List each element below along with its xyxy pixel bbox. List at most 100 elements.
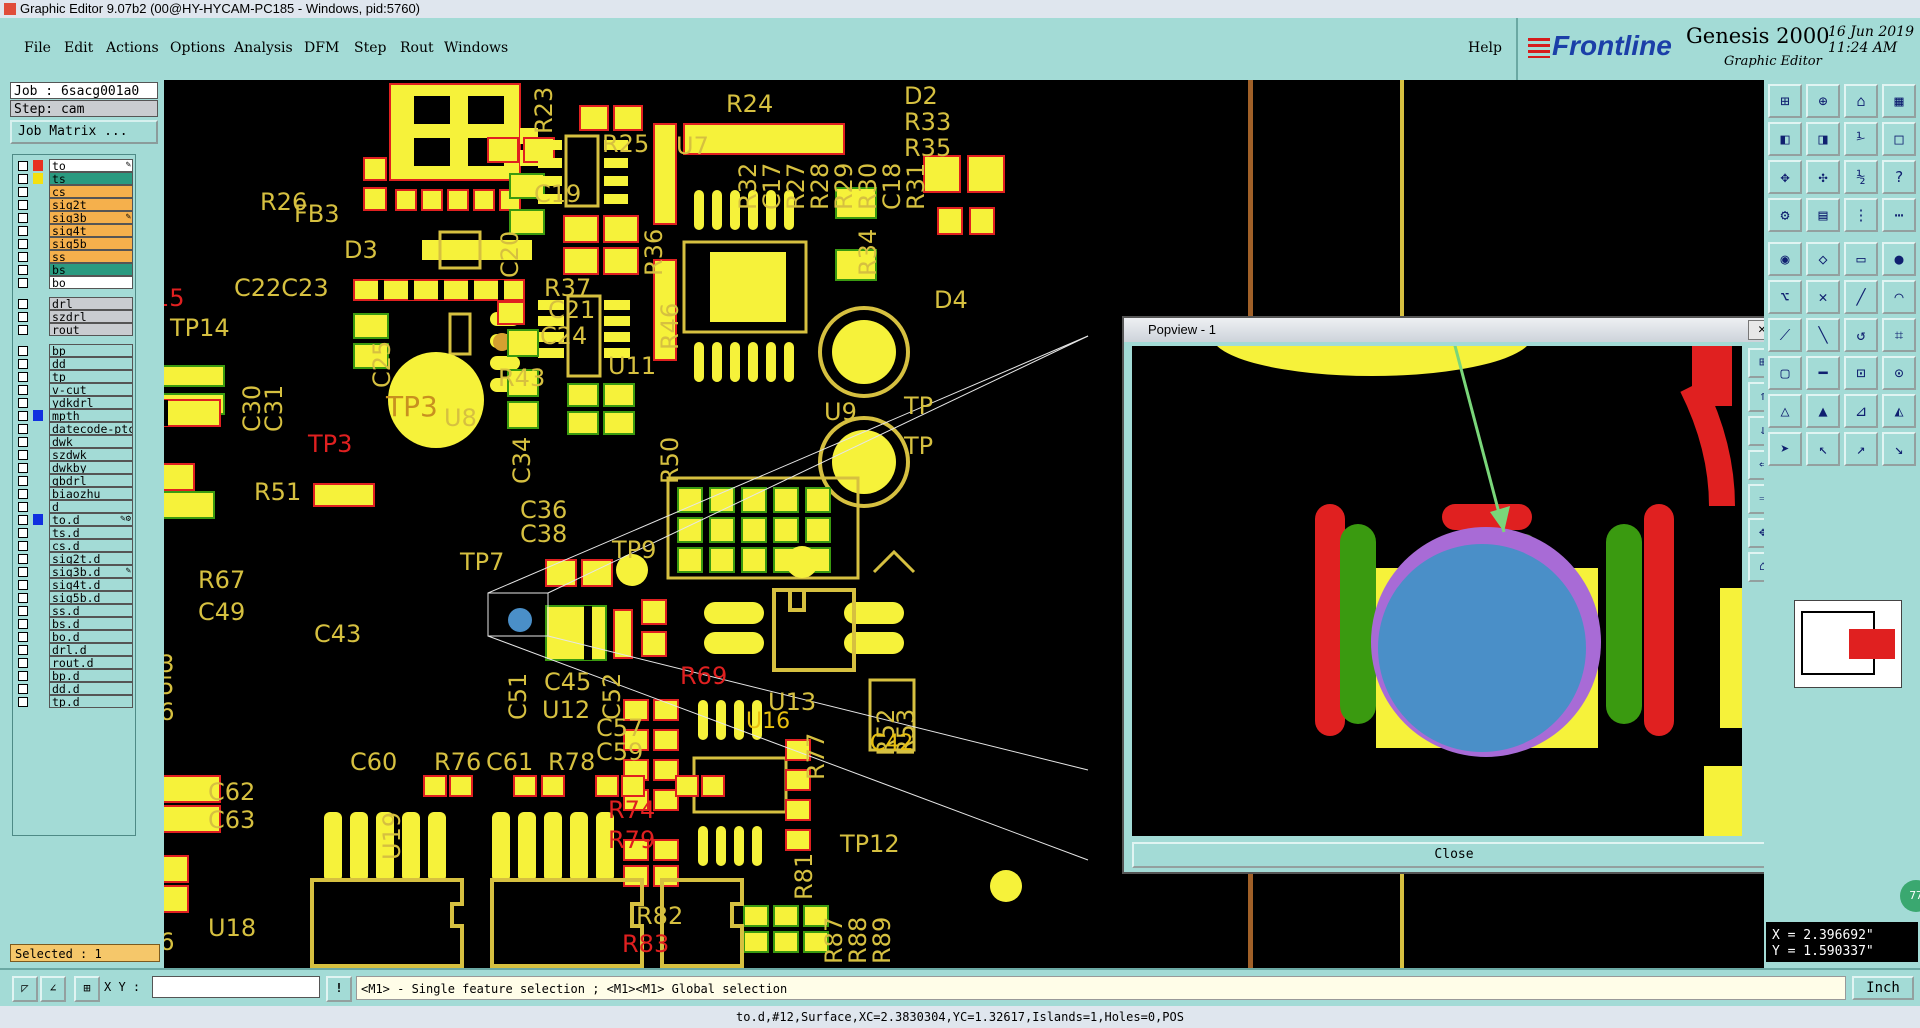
layer-checkbox[interactable] <box>18 161 28 171</box>
layer-checkbox[interactable] <box>18 606 28 616</box>
layer-checkbox[interactable] <box>18 213 28 223</box>
measure-icon[interactable]: ⚙ <box>1768 198 1802 232</box>
help-icon[interactable]: ? <box>1882 160 1916 194</box>
layer-checkbox[interactable] <box>18 697 28 707</box>
layer-color-swatch[interactable] <box>33 475 43 486</box>
scale-10-icon[interactable]: ⅟ <box>1844 122 1878 156</box>
layer-checkbox[interactable] <box>18 541 28 551</box>
move-line-icon[interactable]: ━ <box>1806 356 1840 390</box>
layer-checkbox[interactable] <box>18 278 28 288</box>
layer-color-swatch[interactable] <box>33 212 43 223</box>
layer-checkbox[interactable] <box>18 312 28 322</box>
layer-checkbox[interactable] <box>18 502 28 512</box>
layer-color-swatch[interactable] <box>33 423 43 434</box>
menu-rout[interactable]: Rout <box>400 40 434 56</box>
pad-edit-icon[interactable]: ▢ <box>1768 356 1802 390</box>
layer-checkbox[interactable] <box>18 252 28 262</box>
layer-color-swatch[interactable] <box>33 449 43 460</box>
arc-icon[interactable]: ◠ <box>1882 280 1916 314</box>
cross-icon[interactable]: ✕ <box>1806 280 1840 314</box>
layer-row[interactable]: tp.d <box>13 694 135 709</box>
layer-color-swatch[interactable] <box>33 251 43 262</box>
layer-color-swatch[interactable] <box>33 527 43 538</box>
curve-icon[interactable]: ↺ <box>1844 318 1878 352</box>
layer-checkbox[interactable] <box>18 463 28 473</box>
move-pad-icon[interactable]: ⊡ <box>1844 356 1878 390</box>
layer-checkbox[interactable] <box>18 359 28 369</box>
layer-checkbox[interactable] <box>18 299 28 309</box>
round-pad-icon[interactable]: ● <box>1882 242 1916 276</box>
layer-name[interactable]: rout <box>49 323 133 336</box>
layer-checkbox[interactable] <box>18 226 28 236</box>
layer-color-swatch[interactable] <box>33 199 43 210</box>
layer-color-swatch[interactable] <box>33 277 43 288</box>
layer-color-swatch[interactable] <box>33 644 43 655</box>
pointer2-icon[interactable]: ↖ <box>1806 432 1840 466</box>
pointer4-icon[interactable]: ↘ <box>1882 432 1916 466</box>
add-shape-icon[interactable]: ◇ <box>1806 242 1840 276</box>
layer-checkbox[interactable] <box>18 528 28 538</box>
zoom-in-icon[interactable]: ⊕ <box>1806 84 1840 118</box>
layer-row[interactable]: bo <box>13 275 135 290</box>
alert-icon[interactable]: ! <box>326 976 352 1002</box>
layer-color-swatch[interactable] <box>33 683 43 694</box>
layer-checkbox[interactable] <box>18 489 28 499</box>
grid-icon[interactable]: ▦ <box>1882 84 1916 118</box>
layer-checkbox[interactable] <box>18 450 28 460</box>
layer-color-swatch[interactable] <box>33 397 43 408</box>
layer-color-swatch[interactable] <box>33 553 43 564</box>
layer-color-swatch[interactable] <box>33 225 43 236</box>
menu-dfm[interactable]: DFM <box>304 40 339 56</box>
menu-help[interactable]: Help <box>1468 40 1502 56</box>
grid-toggle-icon[interactable]: ▤ <box>1806 198 1840 232</box>
layer-color-swatch[interactable] <box>33 173 43 184</box>
diagonal-icon[interactable]: ╲ <box>1806 318 1840 352</box>
layer-color-swatch[interactable] <box>33 371 43 382</box>
layer-color-swatch[interactable] <box>33 384 43 395</box>
layer-color-swatch[interactable] <box>33 186 43 197</box>
layer-color-swatch[interactable] <box>33 345 43 356</box>
mini-map[interactable] <box>1794 600 1902 688</box>
layer-checkbox[interactable] <box>18 187 28 197</box>
layer-checkbox[interactable] <box>18 265 28 275</box>
scale-1-2-icon[interactable]: ½ <box>1844 160 1878 194</box>
layer-checkbox[interactable] <box>18 174 28 184</box>
pan-right-icon[interactable]: ◨ <box>1806 122 1840 156</box>
multi-pad-icon[interactable]: ⊙ <box>1882 356 1916 390</box>
layer-checkbox[interactable] <box>18 593 28 603</box>
triangle3-icon[interactable]: ⊿ <box>1844 394 1878 428</box>
layer-color-swatch[interactable] <box>33 488 43 499</box>
fit-all-icon[interactable]: ✣ <box>1806 160 1840 194</box>
measure-angle-icon[interactable]: ∠ <box>40 976 66 1002</box>
layer-checkbox[interactable] <box>18 671 28 681</box>
layer-color-swatch[interactable] <box>33 501 43 512</box>
layer-color-swatch[interactable] <box>33 566 43 577</box>
draw-icon[interactable]: ◸ <box>12 976 38 1002</box>
connect-icon[interactable]: ⌥ <box>1768 280 1802 314</box>
layer-checkbox[interactable] <box>18 632 28 642</box>
shape-icon[interactable]: ⌗ <box>1882 318 1916 352</box>
layer-row[interactable]: rout <box>13 322 135 337</box>
popview-close-button[interactable]: Close <box>1132 842 1776 868</box>
units-selector[interactable]: Inch <box>1852 976 1914 1000</box>
fit-screen-icon[interactable]: ✥ <box>1768 160 1802 194</box>
ruler-icon[interactable]: ▭ <box>1844 242 1878 276</box>
menu-options[interactable]: Options <box>170 40 225 56</box>
triangle-icon[interactable]: △ <box>1768 394 1802 428</box>
layer-color-swatch[interactable] <box>33 605 43 616</box>
layer-checkbox[interactable] <box>18 658 28 668</box>
snap-icon[interactable]: ⋮ <box>1844 198 1878 232</box>
job-matrix-button[interactable]: Job Matrix ... <box>10 120 158 144</box>
layer-color-swatch[interactable] <box>33 264 43 275</box>
layer-color-swatch[interactable] <box>33 579 43 590</box>
layer-color-swatch[interactable] <box>33 410 43 421</box>
layer-color-swatch[interactable] <box>33 238 43 249</box>
layer-checkbox[interactable] <box>18 424 28 434</box>
menu-windows[interactable]: Windows <box>444 40 508 56</box>
zoom-home-icon[interactable]: ⊞ <box>1768 84 1802 118</box>
line-icon[interactable]: ╱ <box>1844 280 1878 314</box>
layer-checkbox[interactable] <box>18 325 28 335</box>
xy-input[interactable] <box>152 976 320 998</box>
layer-color-swatch[interactable] <box>33 358 43 369</box>
pointer3-icon[interactable]: ↗ <box>1844 432 1878 466</box>
